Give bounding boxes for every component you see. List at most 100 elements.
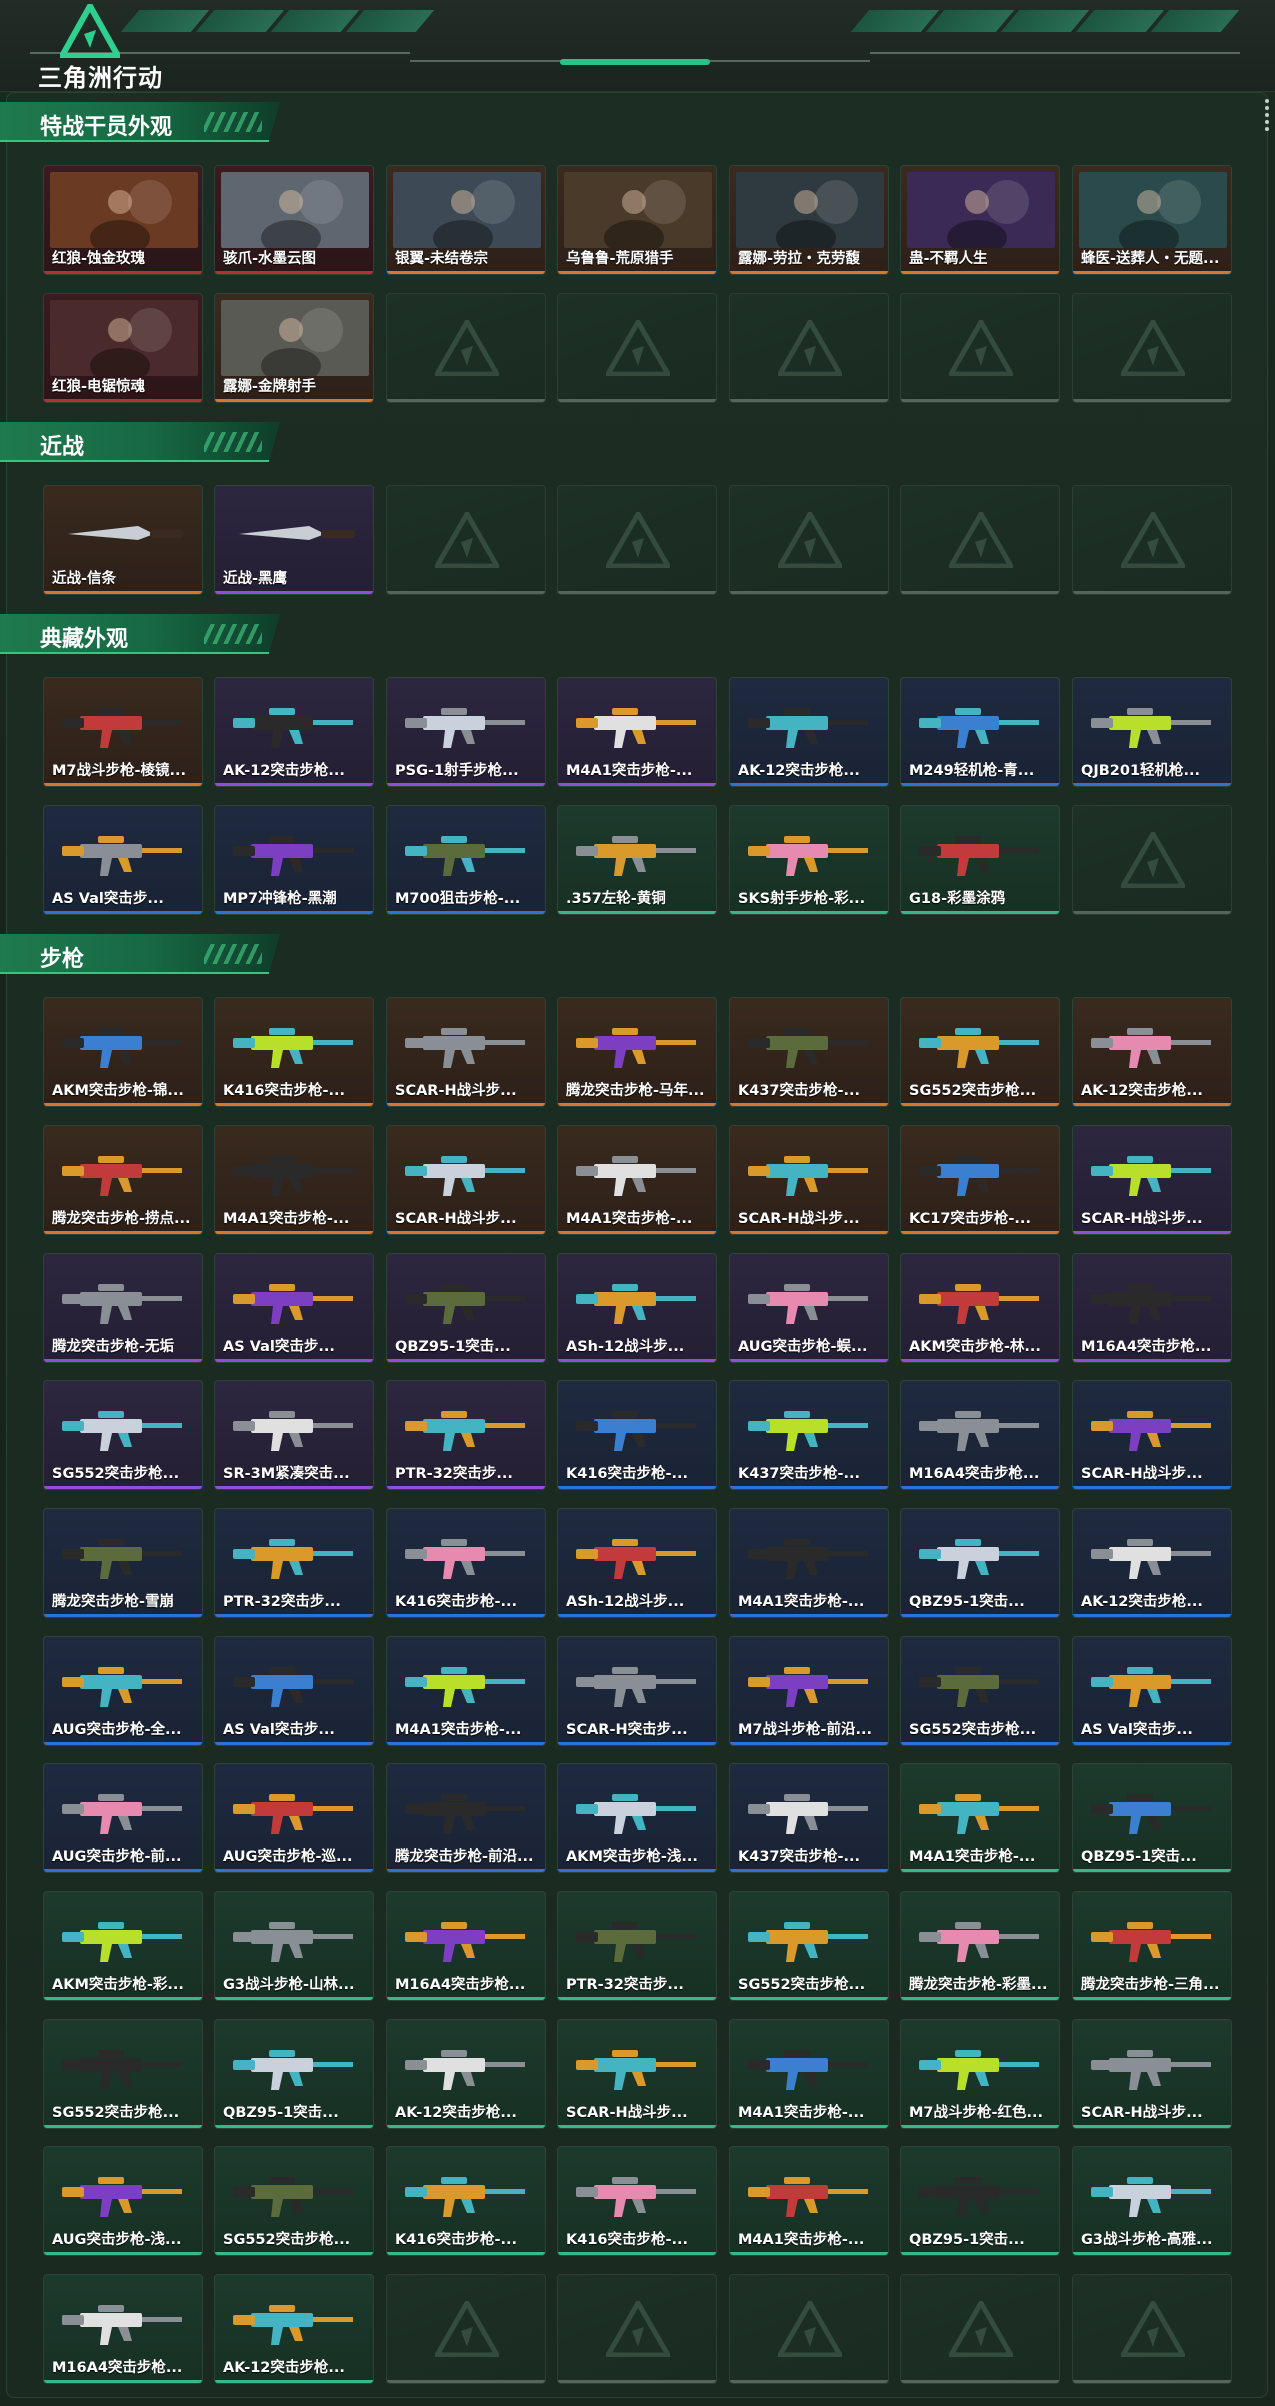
item-card[interactable]: AK-12突击步枪...	[729, 677, 889, 787]
item-card[interactable]: M7战斗步枪-红色...	[900, 2019, 1060, 2129]
item-card[interactable]: M4A1突击步枪-...	[729, 1508, 889, 1618]
item-card[interactable]: AK-12突击步枪...	[214, 2274, 374, 2384]
item-card[interactable]: 乌鲁鲁-荒原猎手	[557, 165, 717, 275]
item-card[interactable]: G3战斗步枪-高雅...	[1072, 2146, 1232, 2256]
item-card[interactable]: PSG-1射手步枪...	[386, 677, 546, 787]
item-card[interactable]: AK-12突击步枪...	[1072, 997, 1232, 1107]
item-card[interactable]: 露娜-金牌射手	[214, 293, 374, 403]
item-card[interactable]: QBZ95-1突击...	[1072, 1763, 1232, 1873]
item-card[interactable]: SCAR-H战斗步...	[1072, 1125, 1232, 1235]
item-card[interactable]: 腾龙突击步枪-前沿...	[386, 1763, 546, 1873]
item-card[interactable]: SCAR-H突击步...	[557, 1636, 717, 1746]
item-card[interactable]: K416突击步枪-...	[214, 997, 374, 1107]
item-card[interactable]: AS Val突击步...	[214, 1253, 374, 1363]
item-card[interactable]: 近战-信条	[43, 485, 203, 595]
item-card[interactable]: AUG突击步枪-前...	[43, 1763, 203, 1873]
item-card[interactable]: K416突击步枪-...	[557, 1380, 717, 1490]
item-card[interactable]: 银翼-未结卷宗	[386, 165, 546, 275]
item-card[interactable]: M16A4突击步枪...	[386, 1891, 546, 2001]
item-card[interactable]: G18-彩墨涂鸦	[900, 805, 1060, 915]
item-card[interactable]: 腾龙突击步枪-无垢	[43, 1253, 203, 1363]
item-card[interactable]: AK-12突击步枪...	[1072, 1508, 1232, 1618]
item-card[interactable]: QBZ95-1突击...	[386, 1253, 546, 1363]
item-card[interactable]: SCAR-H战斗步...	[729, 1125, 889, 1235]
item-card[interactable]: AS Val突击步...	[214, 1636, 374, 1746]
item-card[interactable]: K437突击步枪-...	[729, 1380, 889, 1490]
item-card[interactable]: AKM突击步枪-林...	[900, 1253, 1060, 1363]
item-card[interactable]: M4A1突击步枪-...	[557, 1125, 717, 1235]
item-card[interactable]: M700狙击步枪-...	[386, 805, 546, 915]
item-card[interactable]: 蛊-不羁人生	[900, 165, 1060, 275]
item-card[interactable]: QBZ95-1突击...	[900, 2146, 1060, 2256]
item-label: QBZ95-1突击...	[1081, 1849, 1197, 1865]
item-card[interactable]: AKM突击步枪-彩...	[43, 1891, 203, 2001]
item-card[interactable]: PTR-32突击步...	[557, 1891, 717, 2001]
item-card[interactable]: 腾龙突击步枪-三角...	[1072, 1891, 1232, 2001]
item-card[interactable]: AK-12突击步枪...	[386, 2019, 546, 2129]
item-card[interactable]: M4A1突击步枪-...	[729, 2019, 889, 2129]
item-card[interactable]: SG552突击步枪...	[43, 1380, 203, 1490]
item-card[interactable]: ASh-12战斗步...	[557, 1253, 717, 1363]
item-card[interactable]: M7战斗步枪-棱镜...	[43, 677, 203, 787]
item-card[interactable]: 腾龙突击步枪-雪崩	[43, 1508, 203, 1618]
item-card[interactable]: M16A4突击步枪...	[43, 2274, 203, 2384]
item-card[interactable]: M4A1突击步枪-...	[386, 1636, 546, 1746]
item-card[interactable]: SR-3M紧凑突击...	[214, 1380, 374, 1490]
item-thumbnail	[901, 998, 1059, 1084]
item-card[interactable]: AS Val突击步...	[1072, 1636, 1232, 1746]
item-card[interactable]: SG552突击步枪...	[900, 1636, 1060, 1746]
item-card[interactable]: M4A1突击步枪-...	[557, 677, 717, 787]
item-card[interactable]: 腾龙突击步枪-捞点...	[43, 1125, 203, 1235]
item-thumbnail	[215, 1126, 373, 1212]
item-card[interactable]: 蜂医-送葬人・无题...	[1072, 165, 1232, 275]
item-card[interactable]: AKM突击步枪-锦...	[43, 997, 203, 1107]
item-card[interactable]: 腾龙突击步枪-马年...	[557, 997, 717, 1107]
item-card[interactable]: 红狼-蚀金玫瑰	[43, 165, 203, 275]
item-card[interactable]: 露娜-劳拉・克劳馥	[729, 165, 889, 275]
item-card[interactable]: M16A4突击步枪...	[900, 1380, 1060, 1490]
item-card[interactable]: QBZ95-1突击...	[900, 1508, 1060, 1618]
item-card[interactable]: K416突击步枪-...	[386, 2146, 546, 2256]
item-card[interactable]: SCAR-H战斗步...	[557, 2019, 717, 2129]
item-card[interactable]: SCAR-H战斗步...	[386, 997, 546, 1107]
item-card[interactable]: PTR-32突击步...	[214, 1508, 374, 1618]
item-card[interactable]: SG552突击步枪...	[900, 997, 1060, 1107]
item-card[interactable]: QBZ95-1突击...	[214, 2019, 374, 2129]
item-card[interactable]: 腾龙突击步枪-彩墨...	[900, 1891, 1060, 2001]
item-card[interactable]: QJB201轻机枪...	[1072, 677, 1232, 787]
scrollbar[interactable]	[1265, 96, 1271, 134]
item-card[interactable]: .357左轮-黄铜	[557, 805, 717, 915]
item-card[interactable]: KC17突击步枪-...	[900, 1125, 1060, 1235]
item-card[interactable]: M4A1突击步枪-...	[900, 1763, 1060, 1873]
item-card[interactable]: SG552突击步枪...	[729, 1891, 889, 2001]
item-card[interactable]: 红狼-电锯惊魂	[43, 293, 203, 403]
item-card[interactable]: AS Val突击步...	[43, 805, 203, 915]
item-card[interactable]: AUG突击步枪-巡...	[214, 1763, 374, 1873]
item-card[interactable]: SKS射手步枪-彩...	[729, 805, 889, 915]
item-card[interactable]: M4A1突击步枪-...	[214, 1125, 374, 1235]
item-card[interactable]: SG552突击步枪...	[43, 2019, 203, 2129]
item-card[interactable]: SCAR-H战斗步...	[386, 1125, 546, 1235]
item-card[interactable]: M7战斗步枪-前沿...	[729, 1636, 889, 1746]
item-card[interactable]: M4A1突击步枪-...	[729, 2146, 889, 2256]
item-card[interactable]: AUG突击步枪-蜈...	[729, 1253, 889, 1363]
item-card[interactable]: ASh-12战斗步...	[557, 1508, 717, 1618]
item-card[interactable]: 骇爪-水墨云图	[214, 165, 374, 275]
item-card[interactable]: M249轻机枪-青...	[900, 677, 1060, 787]
item-card[interactable]: AUG突击步枪-全...	[43, 1636, 203, 1746]
item-card[interactable]: PTR-32突击步...	[386, 1380, 546, 1490]
item-card[interactable]: K437突击步枪-...	[729, 1763, 889, 1873]
item-card[interactable]: M16A4突击步枪...	[1072, 1253, 1232, 1363]
item-card[interactable]: AUG突击步枪-浅...	[43, 2146, 203, 2256]
item-card[interactable]: 近战-黑鹰	[214, 485, 374, 595]
item-card[interactable]: K416突击步枪-...	[386, 1508, 546, 1618]
item-card[interactable]: AK-12突击步枪...	[214, 677, 374, 787]
item-card[interactable]: K416突击步枪-...	[557, 2146, 717, 2256]
item-card[interactable]: SCAR-H战斗步...	[1072, 1380, 1232, 1490]
item-card[interactable]: SG552突击步枪...	[214, 2146, 374, 2256]
item-card[interactable]: SCAR-H战斗步...	[1072, 2019, 1232, 2129]
item-card[interactable]: G3战斗步枪-山林...	[214, 1891, 374, 2001]
item-card[interactable]: AKM突击步枪-浅...	[557, 1763, 717, 1873]
item-card[interactable]: K437突击步枪-...	[729, 997, 889, 1107]
item-card[interactable]: MP7冲锋枪-黑潮	[214, 805, 374, 915]
